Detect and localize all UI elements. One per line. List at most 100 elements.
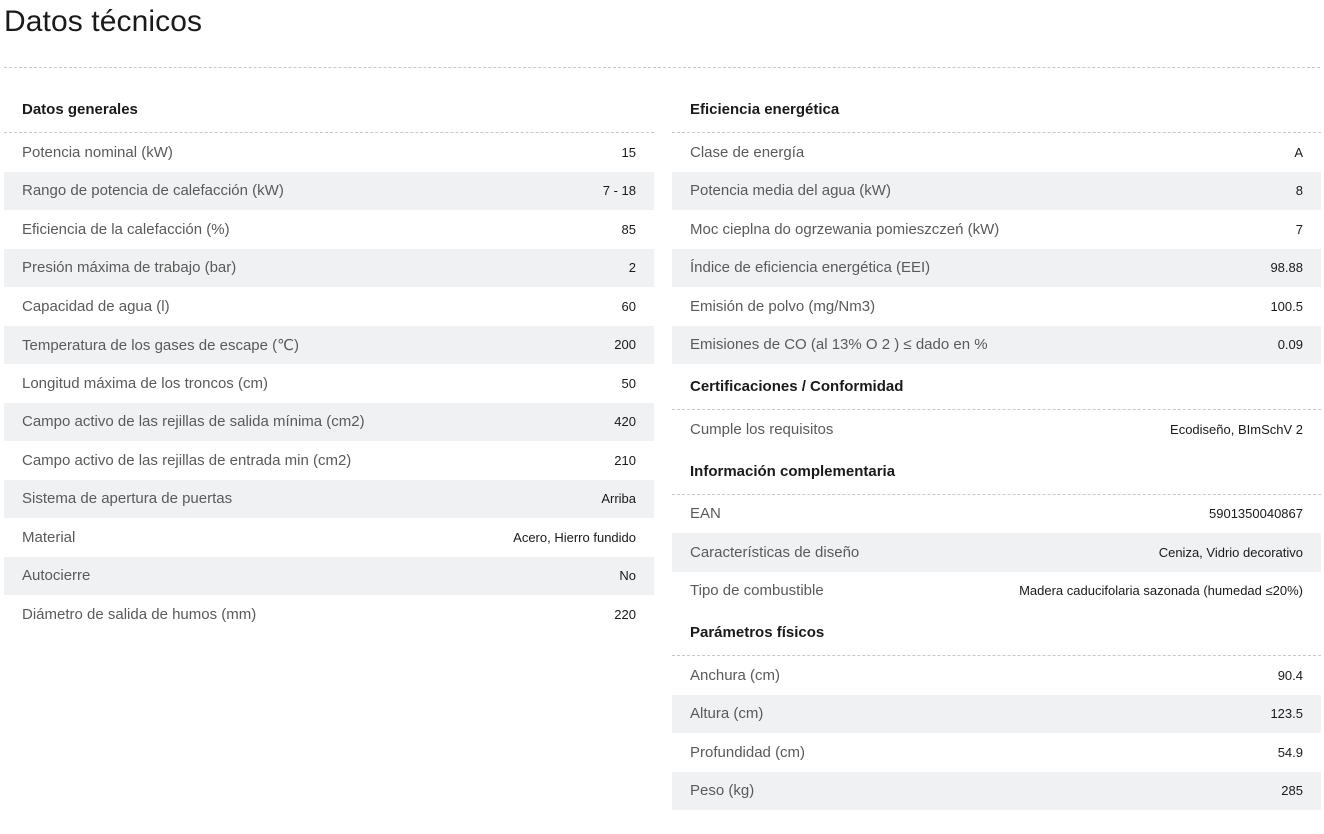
spec-value: No [619, 568, 636, 584]
spec-value: 15 [621, 144, 636, 160]
spec-value: 420 [614, 414, 636, 430]
spec-section-parametros-fisicos: Parámetros físicos Anchura (cm) 90.4 Altura… [672, 610, 1321, 810]
spec-label: Anchura (cm) [690, 666, 781, 684]
right-column: Eficiencia energética Clase de energía A Po… [672, 86, 1321, 810]
spec-value: Ceniza, Vidrio decorativo [1158, 544, 1303, 560]
spec-value: 98.88 [1270, 260, 1303, 276]
spec-value: Ecodiseño, BImSchV 2 [1170, 421, 1303, 437]
spec-value: 2 [628, 260, 636, 276]
spec-value: 50 [621, 375, 636, 391]
spec-row: Rango de potencia de calefacción (kW) 7 -… [4, 171, 654, 210]
spec-row: Anchura (cm) 90.4 [672, 656, 1321, 695]
spec-label: Tipo de combustible [690, 582, 824, 600]
page-title: Datos técnicos [4, 5, 203, 38]
spec-label: Cumple los requisitos [690, 420, 834, 438]
spec-value: 123.5 [1270, 706, 1303, 722]
spec-label: Rango de potencia de calefacción (kW) [22, 182, 284, 200]
spec-table: Cumple los requisitos Ecodiseño, BImSchV … [672, 410, 1321, 449]
spec-row: Diámetro de salida de humos (mm) 220 [4, 595, 654, 634]
spec-label: Sistema de apertura de puertas [22, 490, 233, 508]
spec-value: 7 - 18 [602, 183, 636, 199]
spec-label: Material [22, 528, 76, 546]
spec-label: Presión máxima de trabajo (bar) [22, 259, 237, 277]
spec-label: Autocierre [22, 567, 91, 585]
spec-label: Emisión de polvo (mg/Nm3) [690, 297, 876, 315]
spec-value: 7 [1295, 221, 1303, 237]
spec-row: Índice de eficiencia energética (EEI) 98.… [672, 248, 1321, 287]
spec-value: Arriba [601, 491, 636, 507]
spec-label: Diámetro de salida de humos (mm) [22, 605, 257, 623]
spec-row: Tipo de combustible Madera caducifolaria … [672, 571, 1321, 610]
spec-section-datos-generales: Datos generales Potencia nominal (kW) 15 Ra… [4, 86, 654, 634]
spec-row: EAN 5901350040867 [672, 494, 1321, 533]
spec-row: Autocierre No [4, 556, 654, 595]
spec-row: Sistema de apertura de puertas Arriba [4, 479, 654, 518]
spec-value: 210 [614, 452, 636, 468]
spec-row: Altura (cm) 123.5 [672, 694, 1321, 733]
spec-label: Campo activo de las rejillas de entrada … [22, 451, 352, 469]
spec-row: Temperatura de los gases de escape (℃) 20… [4, 325, 654, 364]
spec-label: Potencia nominal (kW) [22, 143, 173, 161]
spec-label: Índice de eficiencia energética (EEI) [690, 259, 931, 277]
spec-row: Campo activo de las rejillas de salida m… [4, 402, 654, 441]
section-heading: Información complementaria [672, 449, 1321, 495]
spec-label: Potencia media del agua (kW) [690, 182, 891, 200]
spec-value: 8 [1295, 183, 1303, 199]
spec-label: Temperatura de los gases de escape (℃) [22, 336, 299, 354]
spec-row: Eficiencia de la calefacción (%) 85 [4, 210, 654, 249]
spec-row: Longitud máxima de los troncos (cm) 50 [4, 364, 654, 403]
spec-row: Capacidad de agua (l) 60 [4, 287, 654, 326]
spec-label: Emisiones de CO (al 13% O 2 ) ≤ dado en … [690, 336, 988, 354]
spec-section-informacion-complementaria: Información complementaria EAN 59013500408… [672, 449, 1321, 610]
spec-table: Anchura (cm) 90.4 Altura (cm) 123.5 Profundi… [672, 656, 1321, 810]
spec-label: Profundidad (cm) [690, 743, 806, 761]
spec-row: Emisiones de CO (al 13% O 2 ) ≤ dado en … [672, 325, 1321, 364]
spec-row: Cumple los requisitos Ecodiseño, BImSchV … [672, 410, 1321, 449]
spec-row: Potencia nominal (kW) 15 [4, 133, 654, 172]
spec-label: Altura (cm) [690, 705, 764, 723]
spec-value: 285 [1281, 783, 1303, 799]
spec-value: 54.9 [1277, 744, 1303, 760]
spec-value: 90.4 [1277, 667, 1303, 683]
spec-value: 220 [614, 606, 636, 622]
spec-section-eficiencia-energetica: Eficiencia energética Clase de energía A Po… [672, 86, 1321, 364]
spec-row: Características de diseño Ceniza, Vidrio … [672, 533, 1321, 572]
spec-table: EAN 5901350040867 Características de diseñ… [672, 494, 1321, 610]
spec-label: Moc cieplna do ogrzewania pomieszczeń (k… [690, 220, 1000, 238]
spec-value: 200 [614, 337, 636, 353]
spec-row: Presión máxima de trabajo (bar) 2 [4, 248, 654, 287]
spec-row: Material Acero, Hierro fundido [4, 518, 654, 557]
spec-table: Clase de energía A Potencia media del agua… [672, 133, 1321, 364]
spec-value: 60 [621, 298, 636, 314]
spec-value: Acero, Hierro fundido [513, 529, 636, 545]
spec-table: Potencia nominal (kW) 15 Rango de potencia… [4, 133, 654, 634]
section-heading: Eficiencia energética [672, 86, 1321, 133]
spec-label: Peso (kg) [690, 782, 755, 800]
spec-row: Profundidad (cm) 54.9 [672, 733, 1321, 772]
spec-value: 0.09 [1277, 337, 1303, 353]
spec-value: 5901350040867 [1209, 506, 1303, 522]
spec-row: Clase de energía A [672, 133, 1321, 172]
spec-row: Peso (kg) 285 [672, 771, 1321, 810]
spec-value: A [1294, 144, 1303, 160]
spec-row: Emisión de polvo (mg/Nm3) 100.5 [672, 287, 1321, 326]
left-column: Datos generales Potencia nominal (kW) 15 Ra… [4, 86, 654, 634]
spec-row: Potencia media del agua (kW) 8 [672, 171, 1321, 210]
section-heading: Datos generales [4, 86, 654, 133]
spec-value: 85 [621, 221, 636, 237]
spec-label: EAN [690, 505, 721, 523]
spec-label: Eficiencia de la calefacción (%) [22, 220, 230, 238]
spec-row: Campo activo de las rejillas de entrada … [4, 441, 654, 480]
spec-label: Longitud máxima de los troncos (cm) [22, 374, 268, 392]
spec-value: 100.5 [1270, 298, 1303, 314]
spec-value: Madera caducifolaria sazonada (humedad ≤… [1019, 583, 1303, 599]
spec-row: Moc cieplna do ogrzewania pomieszczeń (k… [672, 210, 1321, 249]
spec-label: Características de diseño [690, 543, 860, 561]
spec-section-certificaciones-conformidad: Certificaciones / Conformidad Cumple los … [672, 364, 1321, 449]
spec-label: Capacidad de agua (l) [22, 297, 170, 315]
section-heading: Parámetros físicos [672, 610, 1321, 656]
section-heading: Certificaciones / Conformidad [672, 364, 1321, 410]
title-divider [4, 67, 1320, 68]
spec-label: Campo activo de las rejillas de salida m… [22, 413, 365, 431]
spec-label: Clase de energía [690, 143, 805, 161]
